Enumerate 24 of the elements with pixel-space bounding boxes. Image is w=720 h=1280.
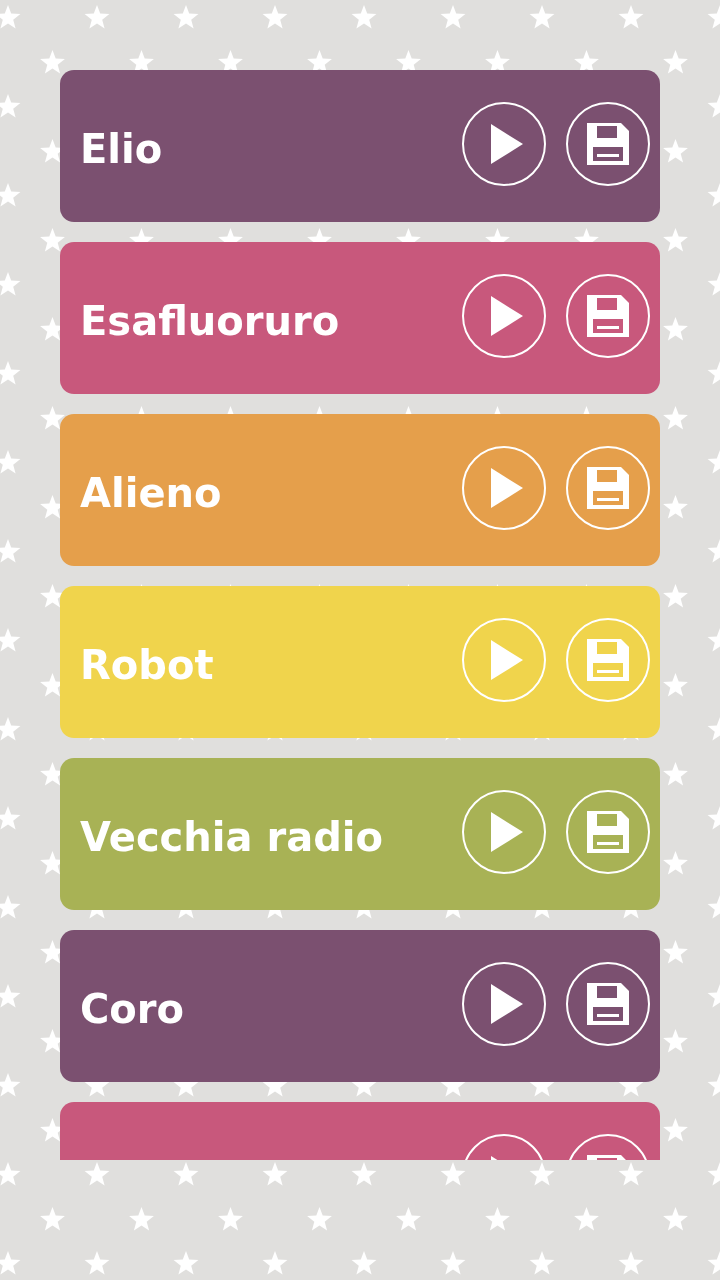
play-icon (491, 124, 523, 164)
floppy-icon (587, 811, 629, 853)
save-button[interactable] (566, 102, 650, 186)
sound-name: Coro (80, 986, 186, 1032)
sound-name: Esafluoruro (80, 298, 341, 344)
sound-name: Alieno (80, 470, 223, 516)
play-icon (491, 812, 523, 852)
floppy-icon (587, 639, 629, 681)
sound-name: Elio (80, 126, 164, 172)
floppy-icon (587, 467, 629, 509)
save-button[interactable] (566, 962, 650, 1046)
floppy-icon (587, 983, 629, 1025)
floppy-icon (587, 123, 629, 165)
play-icon (491, 984, 523, 1024)
floppy-icon (587, 295, 629, 337)
play-button[interactable] (462, 274, 546, 358)
sound-name: Robot (80, 642, 215, 688)
play-icon (491, 296, 523, 336)
play-icon (491, 640, 523, 680)
play-icon (491, 468, 523, 508)
save-button[interactable] (566, 274, 650, 358)
sound-name: Vecchia radio (80, 814, 384, 860)
play-button[interactable] (462, 102, 546, 186)
play-button[interactable] (462, 962, 546, 1046)
